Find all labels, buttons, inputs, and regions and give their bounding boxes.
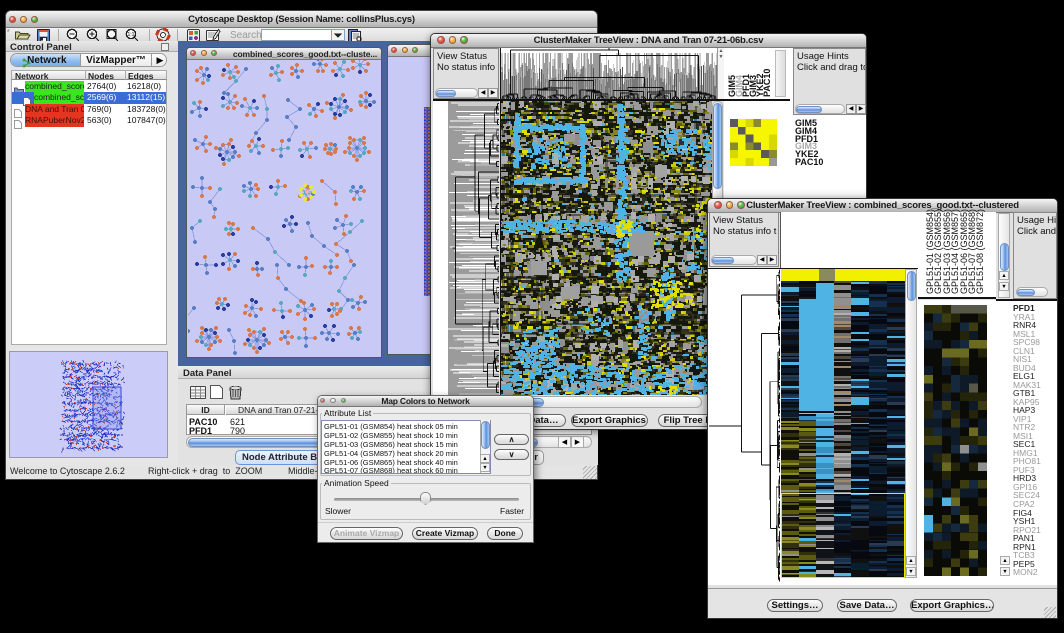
- svg-text:Search:: Search:: [230, 30, 264, 41]
- svg-text:1:1: 1:1: [128, 32, 135, 38]
